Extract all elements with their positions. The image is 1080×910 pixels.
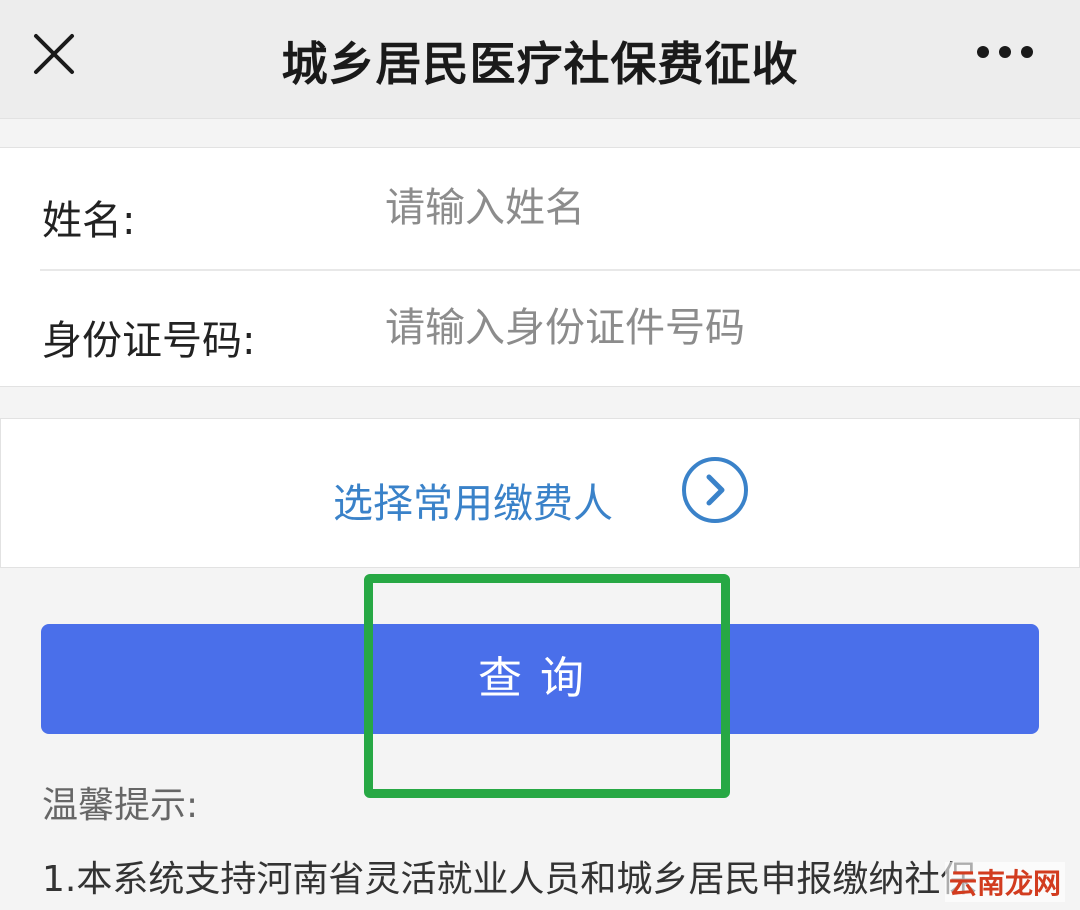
top-bar: 城乡居民医疗社保费征收 bbox=[0, 0, 1080, 119]
query-button[interactable]: 查询 bbox=[41, 624, 1039, 734]
name-input[interactable] bbox=[385, 176, 1045, 240]
select-common-payer-button[interactable]: 选择常用缴费人 bbox=[0, 418, 1080, 568]
form-card: 姓名: 身份证号码: bbox=[0, 147, 1080, 387]
id-number-input[interactable] bbox=[385, 296, 1045, 360]
page-title: 城乡居民医疗社保费征收 bbox=[281, 37, 799, 91]
id-number-label: 身份证号码: bbox=[42, 318, 256, 364]
watermark: 云南龙网 bbox=[945, 862, 1066, 902]
chevron-right-circle-icon[interactable] bbox=[681, 456, 749, 524]
name-row: 姓名: bbox=[0, 148, 1080, 266]
more-button[interactable] bbox=[975, 40, 1035, 64]
tips-title: 温馨提示: bbox=[42, 785, 199, 826]
select-common-payer-label: 选择常用缴费人 bbox=[333, 481, 613, 527]
tips-text: 1.本系统支持河南省灵活就业人员和城乡居民申报缴纳社保 bbox=[42, 859, 977, 900]
name-label: 姓名: bbox=[42, 198, 136, 244]
id-number-row: 身份证号码: bbox=[0, 268, 1080, 386]
